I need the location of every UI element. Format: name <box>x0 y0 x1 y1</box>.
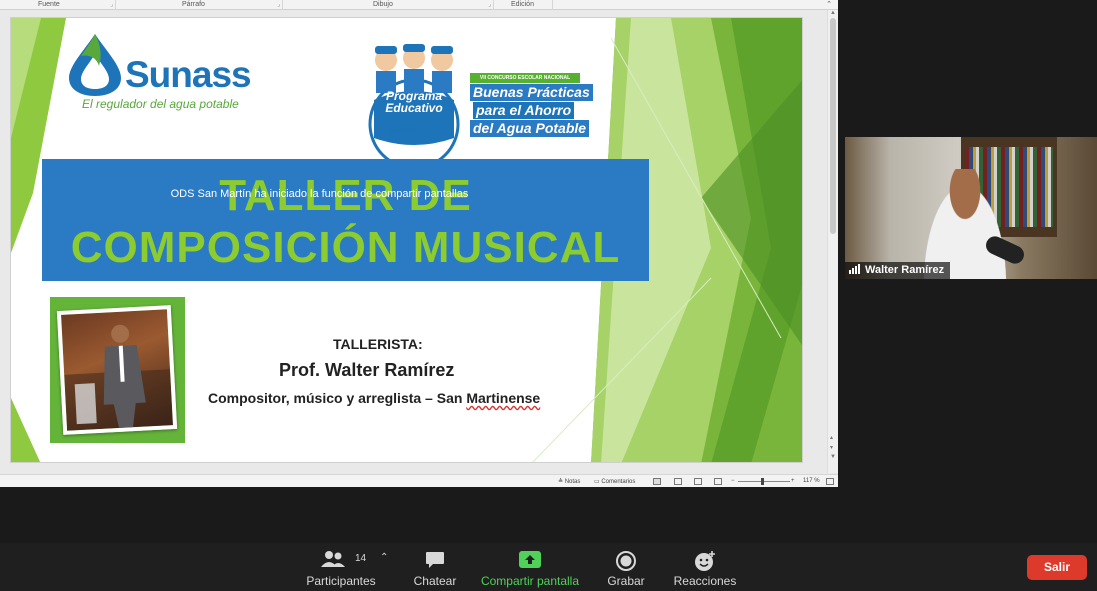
ribbon-group-fuente: Fuente ⌟ <box>0 1 115 10</box>
scroll-down-icon[interactable]: ▾ <box>830 444 833 451</box>
presenter-silhouette-icon <box>64 324 173 431</box>
comments-button[interactable]: ▭ Comentarios <box>594 478 635 485</box>
vertical-scrollbar[interactable]: ▲ ▴ ▾ ▼ <box>827 10 838 473</box>
zoom-slider[interactable] <box>738 481 790 482</box>
zoom-in-button[interactable]: + <box>791 478 795 484</box>
record-button[interactable]: Grabar <box>602 543 650 591</box>
programa-educativo-title: Programa Educativo <box>371 90 457 114</box>
reactions-button[interactable]: Reacciones <box>670 543 740 591</box>
participants-count: 14 <box>355 553 367 564</box>
notes-label: Notas <box>564 479 581 485</box>
zoom-meeting-window: Fuente ⌟ Párrafo ⌟ Dibujo ⌟ Edición ⌃ Su… <box>0 0 1097 591</box>
dialog-launcher-icon[interactable]: ⌟ <box>110 1 113 8</box>
scroll-up-icon[interactable]: ▴ <box>830 434 833 441</box>
participant-video-tile[interactable]: Walter Ramírez <box>845 137 1097 279</box>
participants-icon <box>320 551 345 567</box>
leave-meeting-button[interactable]: Salir <box>1027 555 1087 580</box>
ribbon-group-parrafo: Párrafo ⌟ <box>116 1 282 10</box>
participants-button[interactable]: Participantes <box>300 543 382 591</box>
tallerista-role-spellcheck-word: Martinense <box>466 390 541 406</box>
sunass-water-drop-icon <box>69 34 121 96</box>
connection-signal-icon <box>849 263 861 279</box>
ribbon-group-labels: Fuente ⌟ Párrafo ⌟ Dibujo ⌟ Edición ⌃ <box>0 0 838 10</box>
notes-icon: ≜ <box>558 479 564 485</box>
scroll-up-icon[interactable]: ▲ <box>830 10 836 16</box>
ribbon-group-edicion: Edición <box>494 1 552 10</box>
tallerista-label: TALLERISTA: <box>333 336 423 352</box>
ribbon-group-label: Edición <box>511 1 534 8</box>
fit-to-window-icon[interactable] <box>826 478 834 485</box>
normal-view-icon[interactable] <box>653 478 661 485</box>
zoom-out-button[interactable]: − <box>731 478 735 484</box>
ribbon-group-label: Dibujo <box>373 1 393 8</box>
record-label: Grabar <box>607 574 645 588</box>
ribbon-group-label: Párrafo <box>182 1 205 8</box>
powerpoint-status-bar: ≜ Notas ▭ Comentarios − + 117 % <box>0 474 838 487</box>
slide-canvas: Sunass El regulador del agua potable Pro… <box>10 17 803 463</box>
slideshow-icon[interactable] <box>714 478 722 485</box>
shared-screen-powerpoint: Fuente ⌟ Párrafo ⌟ Dibujo ⌟ Edición ⌃ Su… <box>0 0 838 487</box>
tallerista-role-text: Compositor, músico y arreglista – San <box>208 390 467 406</box>
ribbon-group-dibujo: Dibujo ⌟ <box>283 1 493 10</box>
zoom-level[interactable]: 117 % <box>803 478 820 484</box>
contest-tag: VII CONCURSO ESCOLAR NACIONAL <box>470 73 580 83</box>
participants-label: Participantes <box>306 574 376 588</box>
contest-line1: Buenas Prácticas <box>470 84 593 101</box>
presenter-photo <box>56 305 178 435</box>
record-icon <box>616 551 636 571</box>
share-screen-icon <box>519 551 541 568</box>
contest-line3: del Agua Potable <box>470 120 590 137</box>
chevron-up-icon[interactable]: ⌃ <box>826 0 832 8</box>
share-screen-label: Compartir pantalla <box>480 574 580 588</box>
chat-button[interactable]: Chatear <box>404 543 466 591</box>
programa-title-line2: Educativo <box>385 101 443 115</box>
ribbon-group-label: Fuente <box>38 1 60 8</box>
comments-label: Comentarios <box>601 479 636 485</box>
slide-sorter-icon[interactable] <box>674 478 682 485</box>
sunass-tagline: El regulador del agua potable <box>82 97 239 111</box>
comment-icon: ▭ <box>594 479 600 485</box>
participant-name-label: Walter Ramírez <box>845 262 951 279</box>
participant-name: Walter Ramírez <box>865 264 945 276</box>
screen-share-notification: ODS San Martín ha iniciado la función de… <box>170 188 469 200</box>
share-screen-button[interactable]: Compartir pantalla <box>477 543 583 591</box>
dialog-launcher-icon[interactable]: ⌟ <box>488 1 491 8</box>
meeting-toolbar: Participantes 14 ⌃ Chatear Compartir pan… <box>0 543 1097 591</box>
scroll-down-icon[interactable]: ▼ <box>830 454 836 460</box>
programa-sunass-small: Sunass <box>389 126 418 135</box>
sunass-logo-text: Sunass <box>125 54 252 95</box>
slide-title-line2: COMPOSICIÓN MUSICAL <box>70 223 621 272</box>
scrollbar-thumb[interactable] <box>830 18 836 234</box>
notes-button[interactable]: ≜ Notas <box>558 478 580 485</box>
tallerista-role: Compositor, músico y arreglista – San Ma… <box>208 390 540 406</box>
zoom-slider-handle[interactable] <box>761 478 764 485</box>
ribbon-separator <box>552 0 553 10</box>
chat-label: Chatear <box>413 574 457 588</box>
dialog-launcher-icon[interactable]: ⌟ <box>277 1 280 8</box>
reading-view-icon[interactable] <box>694 478 702 485</box>
reaction-smiley-icon <box>695 551 715 571</box>
chevron-up-icon[interactable]: ⌃ <box>380 552 388 563</box>
tallerista-name: Prof. Walter Ramírez <box>279 360 455 380</box>
reactions-label: Reacciones <box>673 574 737 588</box>
chat-bubble-icon <box>426 552 444 568</box>
contest-line2: para el Ahorro <box>473 102 575 119</box>
